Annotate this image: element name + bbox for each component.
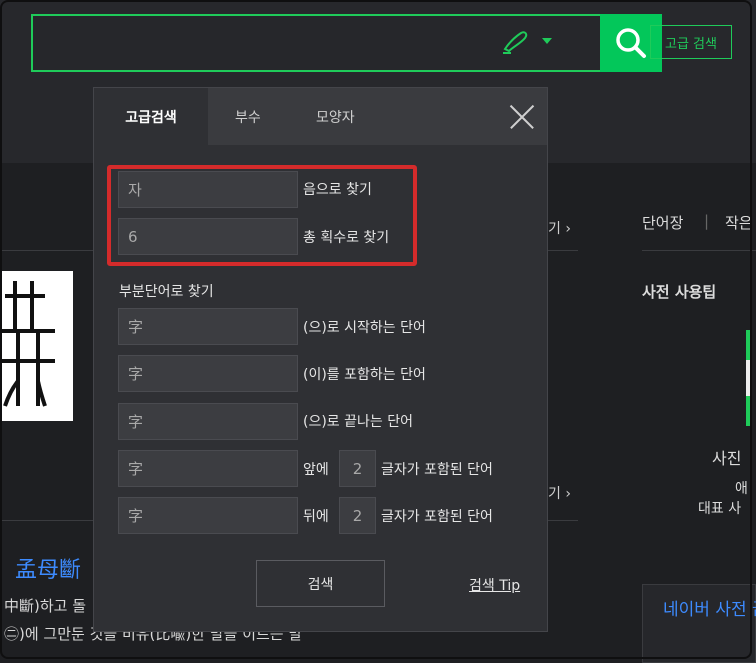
hanja-seal-image	[0, 271, 73, 421]
strokes-label: 총 획수로 찾기	[303, 230, 390, 246]
following-label: 글자가 포함된 단어	[381, 509, 493, 525]
preceding-count-input[interactable]: 2	[339, 450, 376, 487]
advanced-search-popup: 고급검색 부수 모양자 자 음으로 찾기 6 총 획수로 찾기 부분단어로 찾기…	[93, 87, 548, 632]
contains-label: (이)를 포함하는 단어	[303, 367, 426, 383]
popup-tabs: 고급검색 부수 모양자	[94, 88, 547, 145]
sound-label: 음으로 찾기	[303, 182, 372, 198]
handwriting-icon[interactable]	[501, 29, 531, 55]
more-link[interactable]: 기 ›	[548, 483, 571, 503]
divider	[642, 250, 756, 251]
following-prefix-label: 뒤에	[303, 509, 329, 525]
tab-radical[interactable]: 부수	[235, 88, 261, 145]
contains-input[interactable]: 字	[118, 355, 298, 392]
search-box[interactable]	[31, 14, 662, 72]
ends-with-label: (으)로 끝나는 단어	[303, 414, 413, 430]
tab-shape[interactable]: 모양자	[316, 88, 355, 145]
divider	[548, 520, 578, 521]
following-count-input[interactable]: 2	[339, 497, 376, 534]
separator: |	[704, 212, 710, 230]
chevron-down-icon[interactable]	[542, 38, 552, 44]
starts-with-input[interactable]: 字	[118, 308, 298, 345]
usage-tip-title: 사전 사용팁	[642, 283, 717, 301]
entry-title[interactable]: 孟母斷	[15, 552, 81, 584]
search-icon	[616, 28, 646, 58]
starts-with-label: (으)로 시작하는 단어	[303, 320, 426, 336]
ends-with-input[interactable]: 字	[118, 403, 298, 440]
tip-text: 대표 사	[698, 501, 742, 517]
strokes-input[interactable]: 6	[118, 218, 298, 255]
following-char-input[interactable]: 字	[118, 497, 298, 534]
search-input[interactable]	[43, 24, 467, 62]
carousel-indicator-active	[746, 360, 750, 396]
small-link[interactable]: 작은	[725, 212, 753, 233]
tab-advanced-search[interactable]: 고급검색	[94, 88, 208, 145]
preceding-prefix-label: 앞에	[303, 462, 329, 478]
submit-search-button[interactable]: 검색	[256, 560, 385, 607]
wordbook-link[interactable]: 단어장	[642, 212, 683, 233]
search-tip-link[interactable]: 검색 Tip	[469, 575, 520, 595]
tip-text: 애	[735, 481, 748, 497]
promo-card-title: 네이버 사전 끝!	[663, 600, 756, 620]
divider	[0, 250, 93, 251]
photo-label: 사진	[712, 449, 742, 468]
seal-character-icon	[0, 281, 55, 407]
entry-text: 中斷)하고 돌	[4, 597, 87, 615]
preceding-label: 글자가 포함된 단어	[381, 462, 493, 478]
close-icon[interactable]	[509, 104, 535, 130]
divider	[548, 250, 578, 251]
advanced-search-button[interactable]: 고급 검색	[650, 25, 732, 59]
promo-card[interactable]: 네이버 사전 끝!	[642, 584, 756, 663]
divider	[0, 520, 93, 521]
preceding-char-input[interactable]: 字	[118, 450, 298, 487]
partial-word-section-label: 부분단어로 찾기	[119, 284, 214, 300]
sound-input[interactable]: 자	[118, 171, 298, 208]
more-link[interactable]: 기 ›	[548, 218, 571, 238]
